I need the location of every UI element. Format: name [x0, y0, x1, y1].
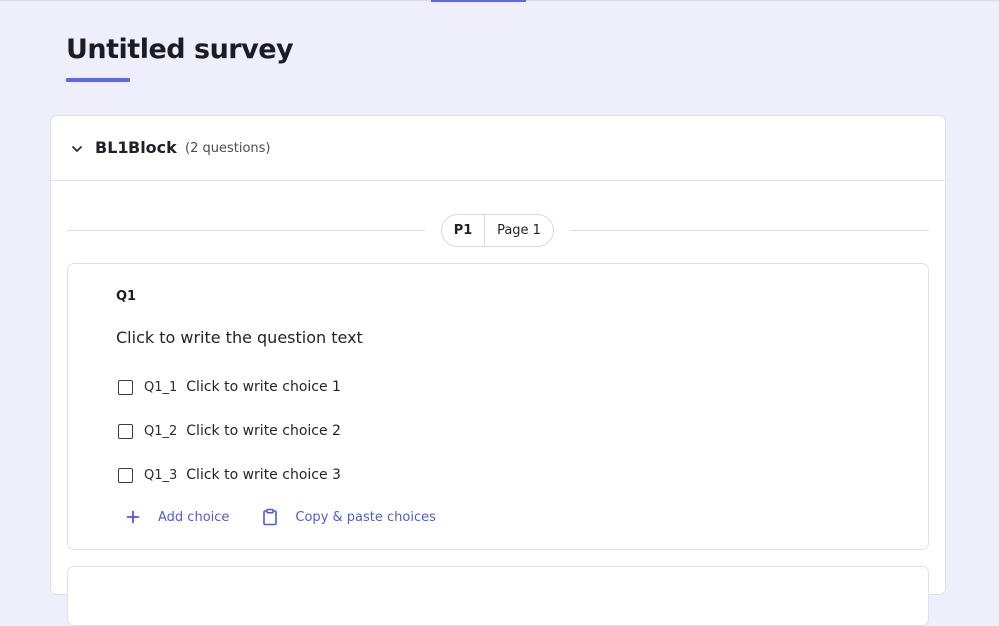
- page-divider-left: [67, 230, 425, 231]
- title-underline: [66, 78, 130, 82]
- page-break-pill[interactable]: P1 Page 1: [441, 214, 554, 247]
- choice-item[interactable]: Q1_1 Click to write choice 1: [118, 377, 341, 397]
- choice-item[interactable]: Q1_3 Click to write choice 3: [118, 465, 341, 485]
- choice-text[interactable]: Click to write choice 3: [186, 467, 341, 483]
- choice-id: Q1_2: [144, 423, 178, 439]
- choice-actions: Add choice Copy & paste choices: [124, 506, 436, 528]
- copy-paste-choices-label: Copy & paste choices: [295, 509, 436, 525]
- survey-title[interactable]: Untitled survey: [66, 34, 294, 65]
- page-divider-right: [570, 230, 929, 231]
- question-text[interactable]: Click to write the question text: [116, 328, 363, 347]
- choice-id: Q1_1: [144, 379, 178, 395]
- checkbox[interactable]: [118, 379, 133, 395]
- checkbox[interactable]: [118, 423, 133, 439]
- active-tab-indicator: [431, 0, 526, 2]
- block-name[interactable]: Block: [128, 138, 177, 157]
- choice-id: Q1_3: [144, 467, 178, 483]
- choice-item[interactable]: Q1_2 Click to write choice 2: [118, 421, 341, 441]
- checkbox[interactable]: [118, 467, 133, 483]
- add-choice-label: Add choice: [158, 509, 230, 525]
- choice-text[interactable]: Click to write choice 2: [186, 423, 341, 439]
- block-header[interactable]: BL1 Block (2 questions): [51, 116, 945, 181]
- block-id: BL1: [95, 138, 129, 157]
- page-name[interactable]: Page 1: [485, 215, 553, 246]
- add-choice-button[interactable]: Add choice: [124, 508, 229, 526]
- block-question-count: (2 questions): [185, 141, 271, 156]
- question-card[interactable]: Q1 Click to write the question text Q1_1…: [67, 263, 929, 550]
- block-card: BL1 Block (2 questions) P1 Page 1 Q1 Cli…: [50, 115, 946, 626]
- chevron-down-icon[interactable]: [70, 141, 84, 155]
- question-card-next[interactable]: [67, 566, 929, 626]
- choice-text[interactable]: Click to write choice 1: [186, 379, 341, 395]
- page-id: P1: [442, 215, 485, 246]
- copy-paste-choices-button[interactable]: Copy & paste choices: [261, 508, 436, 526]
- question-label: Q1: [116, 289, 137, 304]
- plus-icon: [124, 508, 142, 526]
- clipboard-icon: [261, 508, 279, 526]
